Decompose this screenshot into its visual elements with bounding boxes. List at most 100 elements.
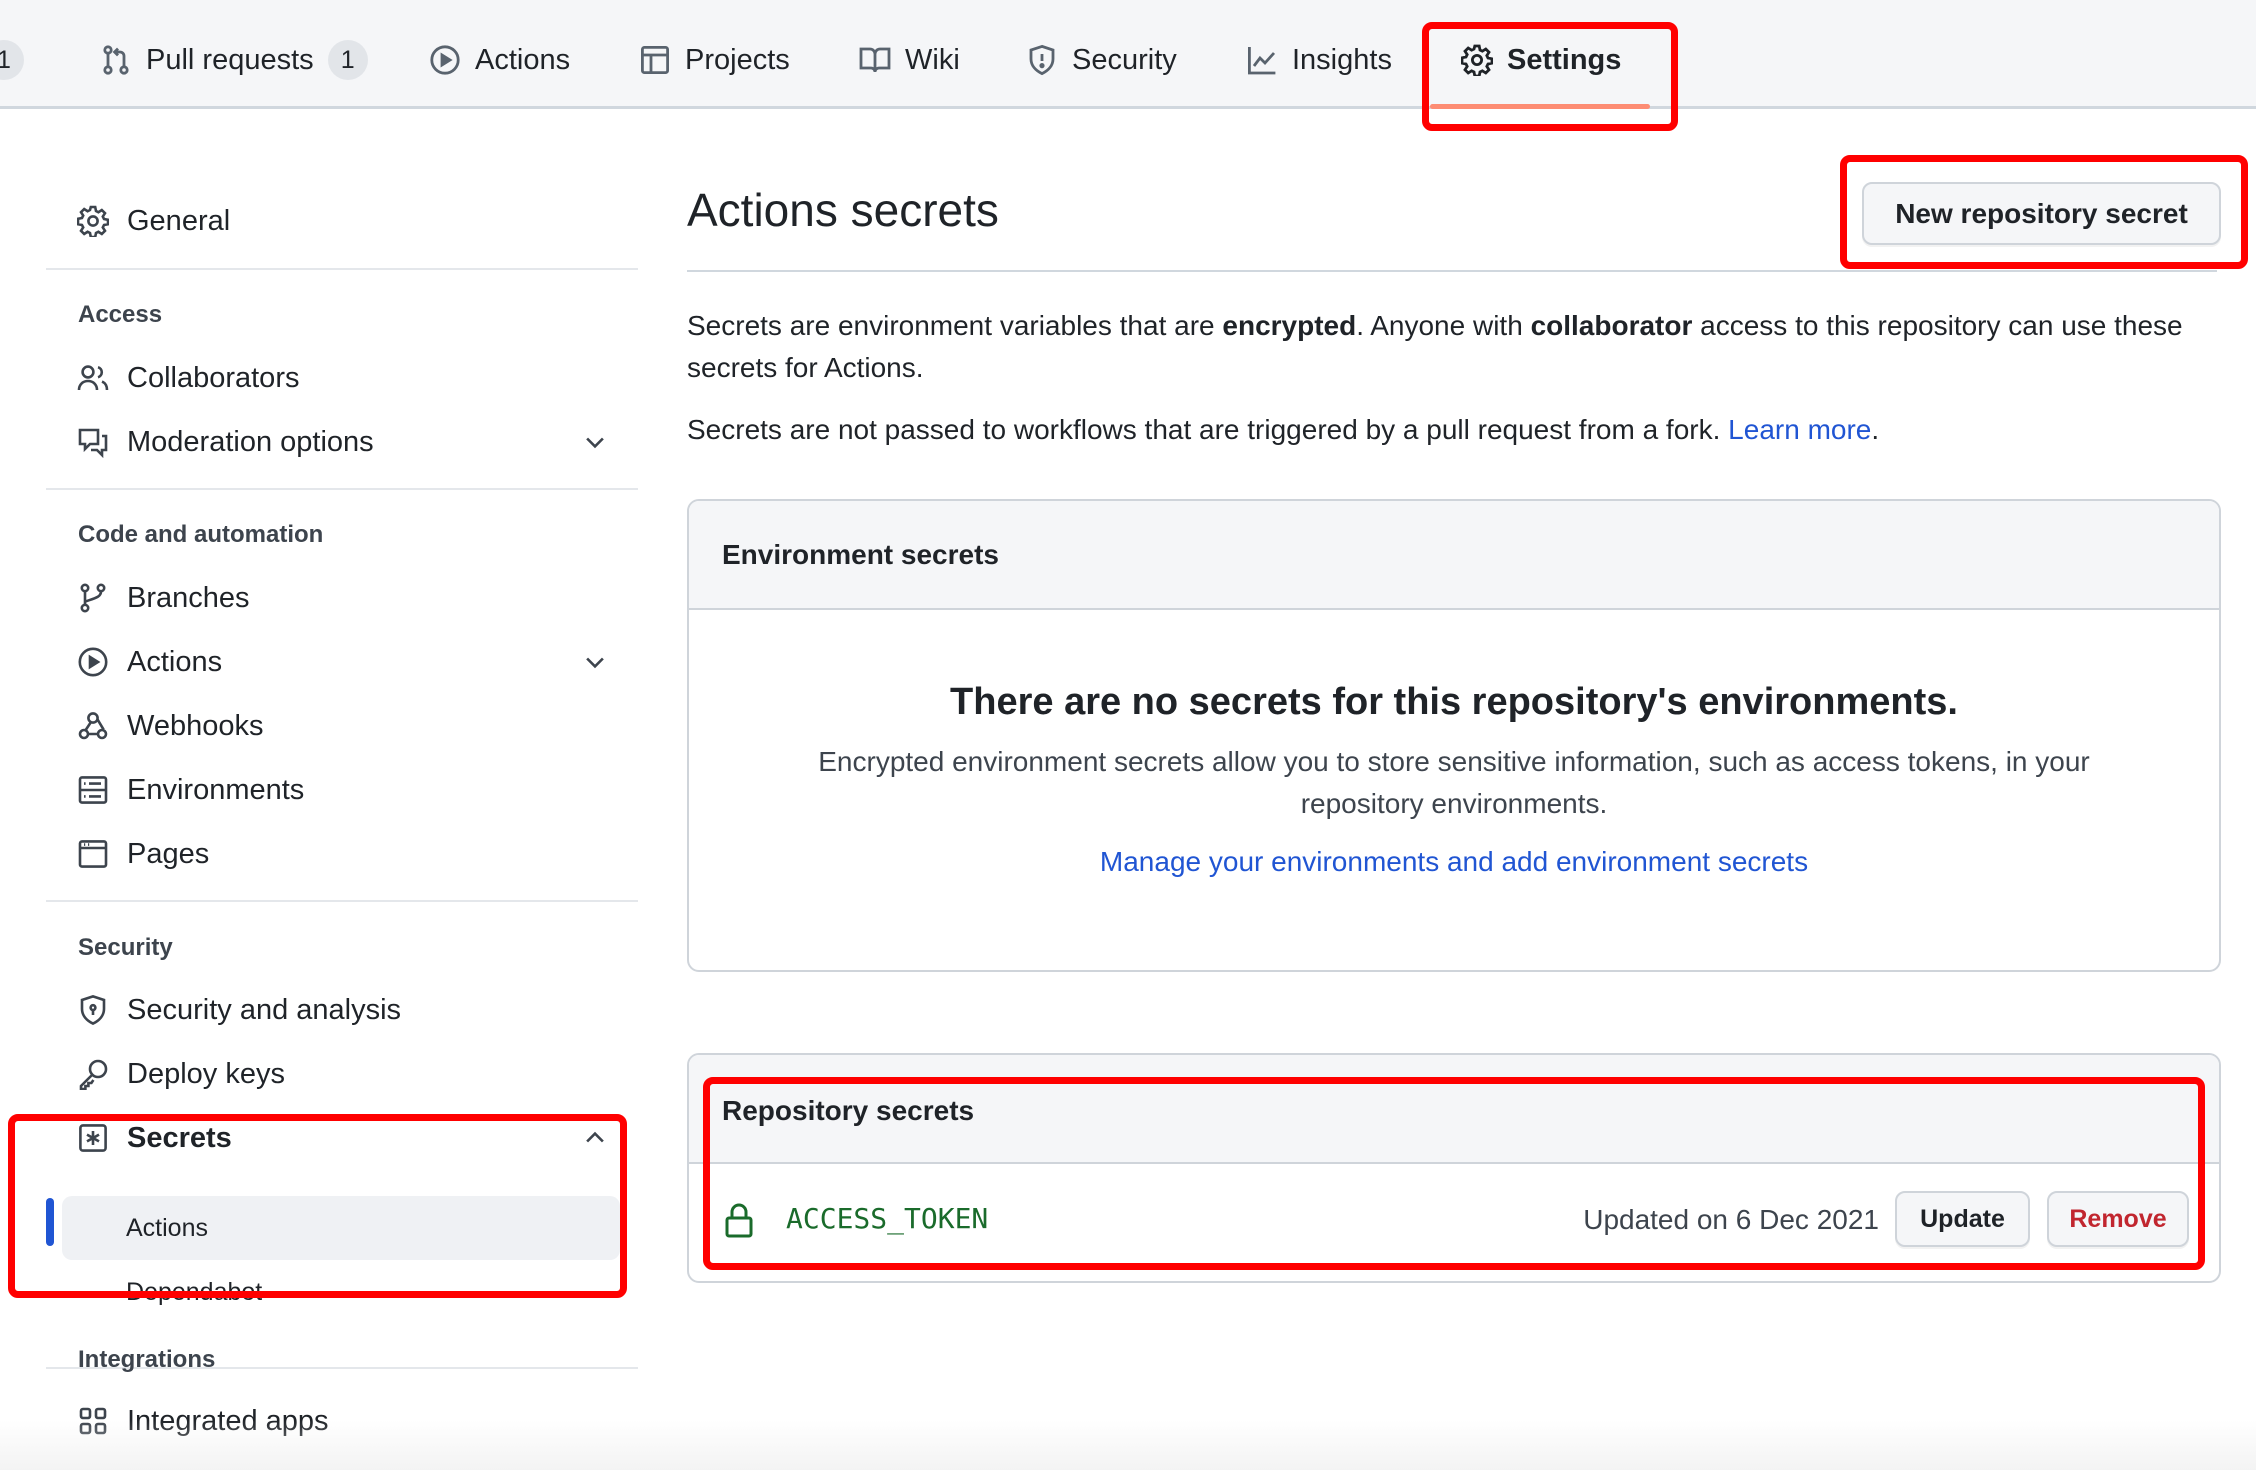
tab-label: Insights [1292,43,1392,76]
blank-state-title: There are no secrets for this repository… [950,681,1958,723]
webhook-icon [78,712,108,740]
sidebar-item-label: Branches [127,581,250,614]
sidebar-item-pages[interactable]: Pages [60,826,625,882]
tab-issues[interactable]: 1 [0,38,24,82]
sidebar-divider [46,900,638,902]
sidebar-item-integrated-apps[interactable]: Integrated apps [60,1393,625,1449]
sidebar-item-actions[interactable]: Actions [60,634,625,690]
sidebar-item-label: General [127,204,231,237]
tab-label: Settings [1507,43,1622,76]
people-icon [77,365,109,391]
server-icon [78,776,108,804]
sidebar-item-label: Environments [127,773,305,806]
repository-secrets-header: Repository secrets [689,1055,2219,1164]
play-icon [430,45,460,75]
pull-requests-counter: 1 [327,40,368,80]
sidebar-item-deploy-keys[interactable]: Deploy keys [60,1046,625,1102]
page-title: Actions secrets [687,184,999,236]
secret-row: ACCESS_TOKEN Updated on 6 Dec 2021 Updat… [689,1164,2219,1281]
gear-icon [1461,44,1493,76]
sidebar-item-label: Security and analysis [127,993,402,1026]
sidebar-item-label: Webhooks [127,709,264,742]
sidebar-item-moderation-options[interactable]: Moderation options [60,414,625,470]
tab-insights[interactable]: Insights [1246,38,1392,82]
browser-icon [78,840,108,868]
sidebar-item-collaborators[interactable]: Collaborators [60,350,625,406]
tab-label: Actions [475,43,571,76]
chevron-down-icon[interactable] [581,648,609,676]
key-asterisk-icon [79,1124,107,1152]
sidebar-item-webhooks[interactable]: Webhooks [60,698,625,754]
shield-lock-icon [80,995,106,1026]
comment-discussion-icon [78,428,108,458]
tab-label: Pull requests [146,43,314,76]
remove-secret-button[interactable]: Remove [2047,1191,2189,1247]
chevron-down-icon[interactable] [581,428,609,456]
fork-note-text: Secrets are not passed to workflows that… [687,414,1729,445]
key-icon [79,1059,108,1090]
repo-nav: 1 Pull requests 1 Actions Projects Wiki … [0,0,2256,109]
tab-settings[interactable]: Settings [1461,38,1621,82]
chevron-up-icon[interactable] [581,1124,609,1152]
update-secret-button[interactable]: Update [1895,1191,2030,1247]
sidebar-item-security-analysis[interactable]: Security and analysis [60,982,625,1038]
secret-name: ACCESS_TOKEN [786,1202,989,1235]
lock-icon [725,1203,753,1238]
intro-text-part: . Anyone with [1356,310,1531,341]
tab-security[interactable]: Security [1026,38,1177,82]
new-repository-secret-button[interactable]: New repository secret [1862,182,2221,245]
sidebar-heading-access: Access [78,301,163,328]
fork-note: Secrets are not passed to workflows that… [687,409,2227,451]
git-branch-icon [80,583,106,613]
active-indicator [46,1198,54,1246]
active-tab-underline [1430,104,1650,109]
tab-pull-requests[interactable]: Pull requests 1 [100,38,368,82]
sidebar-item-label: Pages [127,837,210,870]
issues-counter: 1 [0,40,24,80]
learn-more-link[interactable]: Learn more [1728,414,1871,445]
sidebar-item-general[interactable]: General [60,193,625,249]
sidebar-item-label: Secrets [127,1121,232,1154]
git-pull-request-icon [103,45,129,75]
sidebar-item-label: Moderation options [127,425,374,458]
sidebar-divider [46,488,638,490]
intro-text: Secrets are environment variables that a… [687,305,2227,389]
title-divider [687,270,2217,272]
graph-icon [1248,47,1276,75]
fork-note-suffix: . [1871,414,1880,445]
sidebar-heading-integrations: Integrations [78,1346,216,1373]
intro-bold-encrypted: encrypted [1222,310,1357,341]
secret-updated-date: Updated on 6 Dec 2021 [1583,1204,1879,1235]
tab-actions[interactable]: Actions [429,38,570,82]
sidebar-item-branches[interactable]: Branches [60,570,625,626]
sidebar-subitem-secrets-actions[interactable]: Actions [62,1196,620,1260]
sidebar-item-environments[interactable]: Environments [60,762,625,818]
gear-icon [77,205,109,237]
sidebar-item-label: Integrated apps [127,1404,329,1437]
repository-secrets-title: Repository secrets [722,1095,975,1126]
sidebar-item-secrets[interactable]: Secrets [60,1110,625,1166]
blank-state-description: Encrypted environment secrets allow you … [818,746,2090,819]
tab-projects[interactable]: Projects [639,38,790,82]
manage-environments-link[interactable]: Manage your environments and add environ… [1100,846,1808,877]
apps-icon [79,1407,107,1435]
environment-secrets-header: Environment secrets [689,501,2219,610]
environment-secrets-box: Environment secrets There are no secrets… [687,499,2221,972]
play-icon [78,647,108,677]
sidebar-item-label: Collaborators [127,361,300,394]
tab-label: Wiki [905,43,960,76]
sidebar-heading-code-automation: Code and automation [78,521,324,548]
table-icon [641,46,670,75]
shield-icon [1029,44,1055,76]
tab-label: Projects [685,43,790,76]
tab-label: Security [1072,43,1177,76]
sidebar-item-label: Deploy keys [127,1057,285,1090]
tab-wiki[interactable]: Wiki [859,38,960,82]
intro-bold-collaborator: collaborator [1530,310,1693,341]
sidebar-divider [46,268,638,270]
sidebar-subitem-secrets-dependabot[interactable]: Dependabot [62,1260,620,1324]
repository-secrets-box: Repository secrets ACCESS_TOKEN Updated … [687,1053,2221,1283]
book-icon [859,47,891,73]
intro-text-part: Secrets are environment variables that a… [687,310,1223,341]
sidebar-heading-security: Security [78,934,173,961]
